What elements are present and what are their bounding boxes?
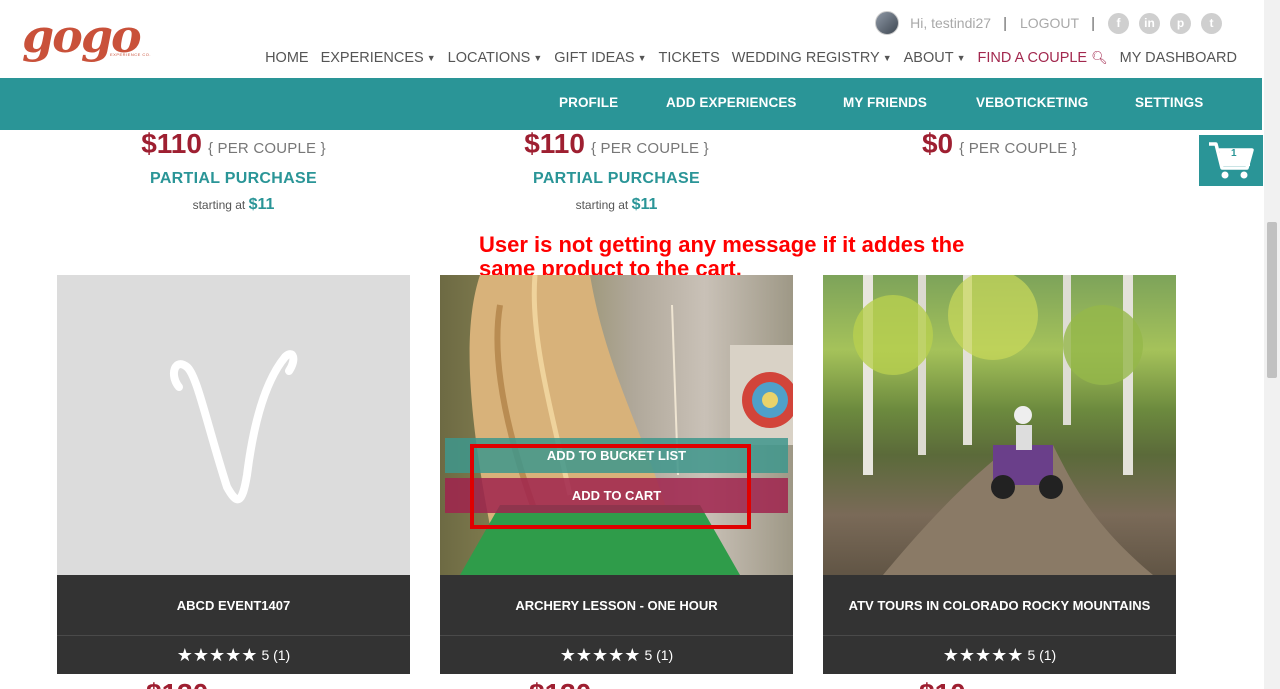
partial-purchase-label[interactable]: PARTIAL PURCHASE — [440, 170, 793, 188]
per-couple-label: { PER COUPLE } — [207, 140, 326, 157]
placeholder-image[interactable] — [57, 275, 410, 575]
starting-at: starting at $11 — [440, 196, 793, 214]
v-logo-icon — [169, 350, 298, 504]
price: $130 — [146, 678, 208, 689]
page: gogo EXPERIENCE CO. Hi, testindi27 | LOG… — [0, 0, 1280, 689]
nav-home-label: HOME — [265, 50, 309, 66]
nav-about-label: ABOUT — [903, 50, 954, 66]
greeting-text[interactable]: Hi, testindi27 — [910, 15, 991, 31]
rating-count: 5 (1) — [1027, 647, 1057, 663]
per-couple-label: { PER COUPLE } — [959, 140, 1077, 157]
nav-find-couple-label: FIND A COUPLE — [977, 50, 1088, 66]
experience-card[interactable]: ATV TOURS IN COLORADO ROCKY MOUNTAINS ★★… — [823, 275, 1176, 675]
archery-photo-icon — [460, 275, 793, 575]
caret-down-icon: ▼ — [882, 53, 892, 63]
starting-at: starting at $11 — [57, 196, 410, 214]
subnav-settings[interactable]: SETTINGS — [1135, 95, 1203, 110]
per-couple-label: { PER COUPLE } — [590, 140, 709, 157]
caret-down-icon: ▼ — [956, 53, 966, 63]
nav-tickets[interactable]: TICKETS — [659, 50, 720, 66]
nav-locations[interactable]: LOCATIONS ▼ — [448, 50, 543, 66]
experience-card[interactable]: ADD TO BUCKET LIST ADD TO CART ARCHERY L… — [440, 275, 793, 675]
card-rating: ★★★★★ 5 (1) — [57, 635, 410, 674]
separator: | — [1091, 14, 1095, 32]
caret-down-icon: ▼ — [533, 53, 543, 63]
cart-icon — [1209, 142, 1254, 179]
price: $110 — [141, 128, 202, 159]
atv-image[interactable] — [823, 275, 1176, 575]
linkedin-icon[interactable]: in — [1139, 12, 1160, 34]
rating-count: 5 (1) — [261, 647, 291, 663]
nav-home[interactable]: HOME — [265, 50, 309, 66]
cart-count-badge: 1 — [1231, 148, 1237, 159]
nav-locations-label: LOCATIONS — [447, 50, 531, 66]
caret-down-icon: ▼ — [637, 53, 647, 63]
nav-wedding-registry[interactable]: WEDDING REGISTRY ▼ — [732, 50, 892, 66]
avatar[interactable] — [875, 11, 900, 35]
logout-link[interactable]: LOGOUT — [1020, 15, 1079, 31]
partial-purchase-label[interactable]: PARTIAL PURCHASE — [57, 170, 410, 188]
card-title[interactable]: ABCD EVENT1407 — [57, 575, 410, 635]
twitter-icon[interactable]: t — [1201, 12, 1222, 34]
scrollbar-thumb[interactable] — [1267, 222, 1277, 378]
subnav-profile[interactable]: PROFILE — [559, 95, 618, 110]
social-links: f in p t — [1108, 12, 1222, 34]
price: $10 — [919, 678, 966, 689]
subnav-veboticketing[interactable]: VEBOTICKETING — [976, 95, 1088, 110]
subnav-add-experiences[interactable]: ADD EXPERIENCES — [666, 95, 797, 110]
archery-image[interactable]: ADD TO BUCKET LIST ADD TO CART — [440, 275, 793, 575]
nav-my-dashboard-label: MY DASHBOARD — [1119, 50, 1237, 66]
separator: | — [1003, 14, 1007, 32]
price: $110 — [524, 128, 585, 159]
nav-experiences-label: EXPERIENCES — [320, 50, 424, 66]
card-rating: ★★★★★ 5 (1) — [823, 635, 1176, 674]
nav-experiences[interactable]: EXPERIENCES ▼ — [321, 50, 436, 66]
rating-count: 5 (1) — [644, 647, 674, 663]
atv-photo-icon — [853, 275, 1153, 575]
nav-about[interactable]: ABOUT ▼ — [904, 50, 966, 66]
price-block: $110 { PER COUPLE } PARTIAL PURCHASE star… — [440, 128, 793, 214]
site-header: gogo EXPERIENCE CO. Hi, testindi27 | LOG… — [0, 0, 1264, 78]
pinterest-icon[interactable]: p — [1170, 12, 1191, 34]
experience-card[interactable]: ABCD EVENT1407 ★★★★★ 5 (1) — [57, 275, 410, 675]
user-bar: Hi, testindi27 | LOGOUT | f in p t — [875, 11, 1222, 35]
caret-down-icon: ▼ — [426, 53, 436, 63]
starting-label: starting at — [575, 198, 629, 212]
price-block: $110 { PER COUPLE } PARTIAL PURCHASE star… — [57, 128, 410, 214]
star-rating-icon: ★★★★★ — [559, 644, 641, 665]
dashboard-subnav: PROFILE ADD EXPERIENCES MY FRIENDS VEBOT… — [0, 78, 1262, 130]
star-rating-icon: ★★★★★ — [176, 644, 258, 665]
cart-button[interactable]: 1 — [1199, 135, 1263, 186]
star-rating-icon: ★★★★★ — [942, 644, 1024, 665]
bug-annotation: User is not getting any message if it ad… — [479, 232, 965, 281]
price-block: $0 { PER COUPLE } — [823, 128, 1176, 160]
nav-gift-ideas[interactable]: GIFT IDEAS ▼ — [554, 50, 646, 66]
gogo-logo[interactable]: gogo EXPERIENCE CO. — [22, 12, 151, 60]
card-title[interactable]: ATV TOURS IN COLORADO ROCKY MOUNTAINS — [823, 575, 1176, 635]
card-rating: ★★★★★ 5 (1) — [440, 635, 793, 674]
card-title[interactable]: ARCHERY LESSON - ONE HOUR — [440, 575, 793, 635]
annotation-highlight-box — [470, 444, 751, 529]
price: $130 — [529, 678, 591, 689]
page-scrollbar[interactable] — [1264, 0, 1280, 689]
main-nav: HOME EXPERIENCES ▼ LOCATIONS ▼ GIFT IDEAS ▼… — [253, 50, 1237, 66]
starting-label: starting at — [192, 198, 246, 212]
nav-gift-ideas-label: GIFT IDEAS — [554, 50, 635, 66]
starting-price: $11 — [248, 196, 275, 213]
logo-subtitle: EXPERIENCE CO. — [110, 52, 152, 57]
facebook-icon[interactable]: f — [1108, 12, 1129, 34]
subnav-my-friends[interactable]: MY FRIENDS — [843, 95, 927, 110]
nav-tickets-label: TICKETS — [658, 50, 720, 66]
nav-find-couple[interactable]: FIND A COUPLE 🔍︎ — [978, 50, 1108, 66]
starting-price: $11 — [631, 196, 658, 213]
nav-wedding-registry-label: WEDDING REGISTRY — [731, 50, 880, 66]
price: $0 — [921, 128, 954, 159]
search-icon: 🔍︎ — [1091, 50, 1108, 65]
nav-my-dashboard[interactable]: MY DASHBOARD — [1120, 50, 1237, 66]
